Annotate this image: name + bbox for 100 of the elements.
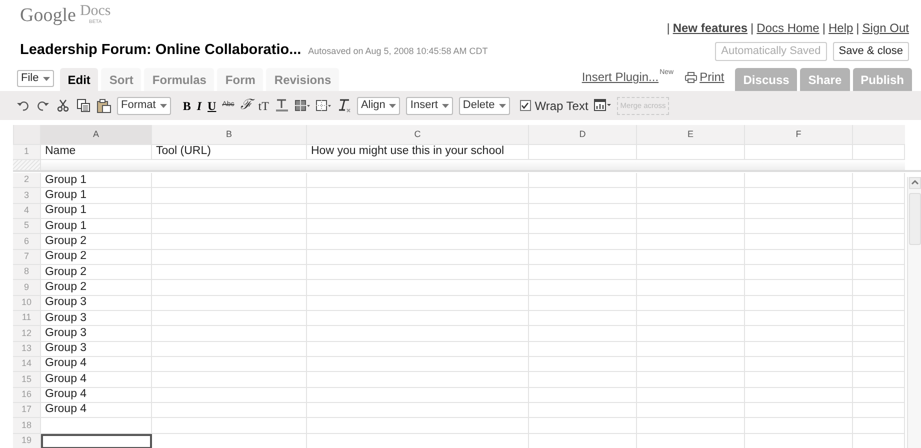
separator: | <box>750 20 754 37</box>
file-menu-button[interactable]: File <box>17 70 54 87</box>
column-header[interactable]: C <box>307 125 529 145</box>
link[interactable]: Sign Out <box>862 19 909 37</box>
table-cell: Group 3 <box>41 310 152 326</box>
toolbar-menu[interactable]: Format <box>117 96 171 114</box>
format-button[interactable]: U <box>208 96 216 114</box>
toolbar-menu[interactable]: Insert <box>406 96 453 114</box>
row-number: 8 <box>13 264 41 280</box>
borders-icon[interactable] <box>316 100 331 112</box>
table-cell <box>853 310 905 326</box>
table-cell <box>853 418 905 434</box>
text-color-icon[interactable] <box>274 99 289 112</box>
column-header[interactable]: E <box>637 125 745 145</box>
format-button[interactable]: I <box>196 96 202 114</box>
row-number: 15 <box>13 372 41 388</box>
link[interactable]: New features <box>672 19 748 37</box>
chart-icon[interactable] <box>594 99 612 112</box>
format-button[interactable]: tT <box>258 96 269 114</box>
row-number: 17 <box>13 402 41 418</box>
table-cell: Group 4 <box>41 356 152 372</box>
table-cell <box>853 280 905 296</box>
row-number: 5 <box>13 218 41 234</box>
table-cell: Group 1 <box>41 173 152 188</box>
paste-icon[interactable] <box>97 98 111 112</box>
copy-icon[interactable] <box>77 98 91 112</box>
table-cell <box>853 218 905 234</box>
redo-icon[interactable] <box>37 98 51 112</box>
row-number: 18 <box>13 418 41 434</box>
row-number: 11 <box>13 310 41 326</box>
selected-cell[interactable] <box>41 434 152 448</box>
caret-icon[interactable] <box>442 104 449 108</box>
caret-icon[interactable] <box>389 104 396 108</box>
table-cell <box>853 326 905 342</box>
table-cell: Group 4 <box>41 402 152 418</box>
scissors-icon[interactable] <box>57 98 71 112</box>
table-cell <box>853 296 905 311</box>
header-button[interactable]: Save & close <box>832 42 909 60</box>
clear-format-icon[interactable] <box>336 98 351 112</box>
table-cell <box>853 234 905 250</box>
table-cell: Group 2 <box>41 264 152 280</box>
tab[interactable]: Edit <box>60 68 98 91</box>
row-number: 4 <box>13 204 41 219</box>
table-cell: Group 3 <box>41 326 152 342</box>
scroll-up-icon[interactable] <box>908 177 920 189</box>
row-number: 14 <box>13 356 41 372</box>
table-cell: Group 2 <box>41 280 152 296</box>
caret-icon[interactable] <box>160 104 167 108</box>
product-name: Docs <box>80 4 111 19</box>
row-number: 2 <box>13 173 41 188</box>
table-cell <box>853 356 905 372</box>
table-cell: Group 3 <box>41 296 152 311</box>
column-header[interactable]: A <box>41 125 152 145</box>
undo-icon[interactable] <box>17 98 31 112</box>
column-header[interactable]: D <box>529 125 637 145</box>
print-link[interactable]: Print <box>700 68 724 86</box>
table-cell: Group 3 <box>41 342 152 357</box>
scrollbar[interactable] <box>907 177 921 448</box>
toolbar-menu[interactable]: Align <box>356 96 400 114</box>
table-cell: Group 2 <box>41 250 152 265</box>
insert-plugin-link[interactable]: Insert Plugin... <box>582 68 659 86</box>
row-number: 9 <box>13 280 41 296</box>
caret-icon[interactable] <box>42 76 50 80</box>
row-number: 19 <box>13 434 41 448</box>
row-number: 16 <box>13 388 41 403</box>
table-cell: Group 4 <box>41 388 152 403</box>
row-number: 1 <box>13 145 41 160</box>
autosave-status: Autosaved on Aug 5, 2008 10:45:58 AM CDT <box>308 45 488 58</box>
column-header[interactable]: F <box>745 125 853 145</box>
link[interactable]: Help <box>828 19 854 37</box>
column-header[interactable]: B <box>152 125 307 145</box>
table-cell <box>853 188 905 204</box>
freeze-handle[interactable] <box>13 160 41 170</box>
table-cell <box>853 402 905 418</box>
separator: | <box>822 20 826 37</box>
table-cell <box>853 250 905 265</box>
toolbar-menu[interactable]: Delete <box>458 96 510 114</box>
wrap-text-label: Wrap Text <box>534 98 588 114</box>
row-number: 10 <box>13 296 41 311</box>
row-number: 7 <box>13 250 41 265</box>
row-number: 13 <box>13 342 41 357</box>
link[interactable]: Docs Home <box>756 19 820 37</box>
document-title: Leadership Forum: Online Collaboratio... <box>20 41 302 60</box>
table-cell: Group 1 <box>41 204 152 219</box>
table-cell: Group 1 <box>41 188 152 204</box>
table-cell: Group 4 <box>41 372 152 388</box>
corner-cell[interactable] <box>13 125 41 145</box>
table-cell <box>853 264 905 280</box>
row-number: 3 <box>13 188 41 204</box>
fill-color-icon[interactable] <box>294 100 310 112</box>
format-button[interactable]: B <box>182 96 191 114</box>
separator: | <box>666 20 670 37</box>
caret-icon[interactable] <box>498 104 506 108</box>
logo-text: Google <box>20 6 76 25</box>
table-cell: Group 2 <box>41 234 152 250</box>
printer-icon[interactable] <box>684 72 697 82</box>
table-cell <box>853 388 905 403</box>
separator: | <box>856 20 860 37</box>
scroll-thumb[interactable] <box>908 193 920 245</box>
format-button[interactable]: ℱ <box>240 95 252 116</box>
